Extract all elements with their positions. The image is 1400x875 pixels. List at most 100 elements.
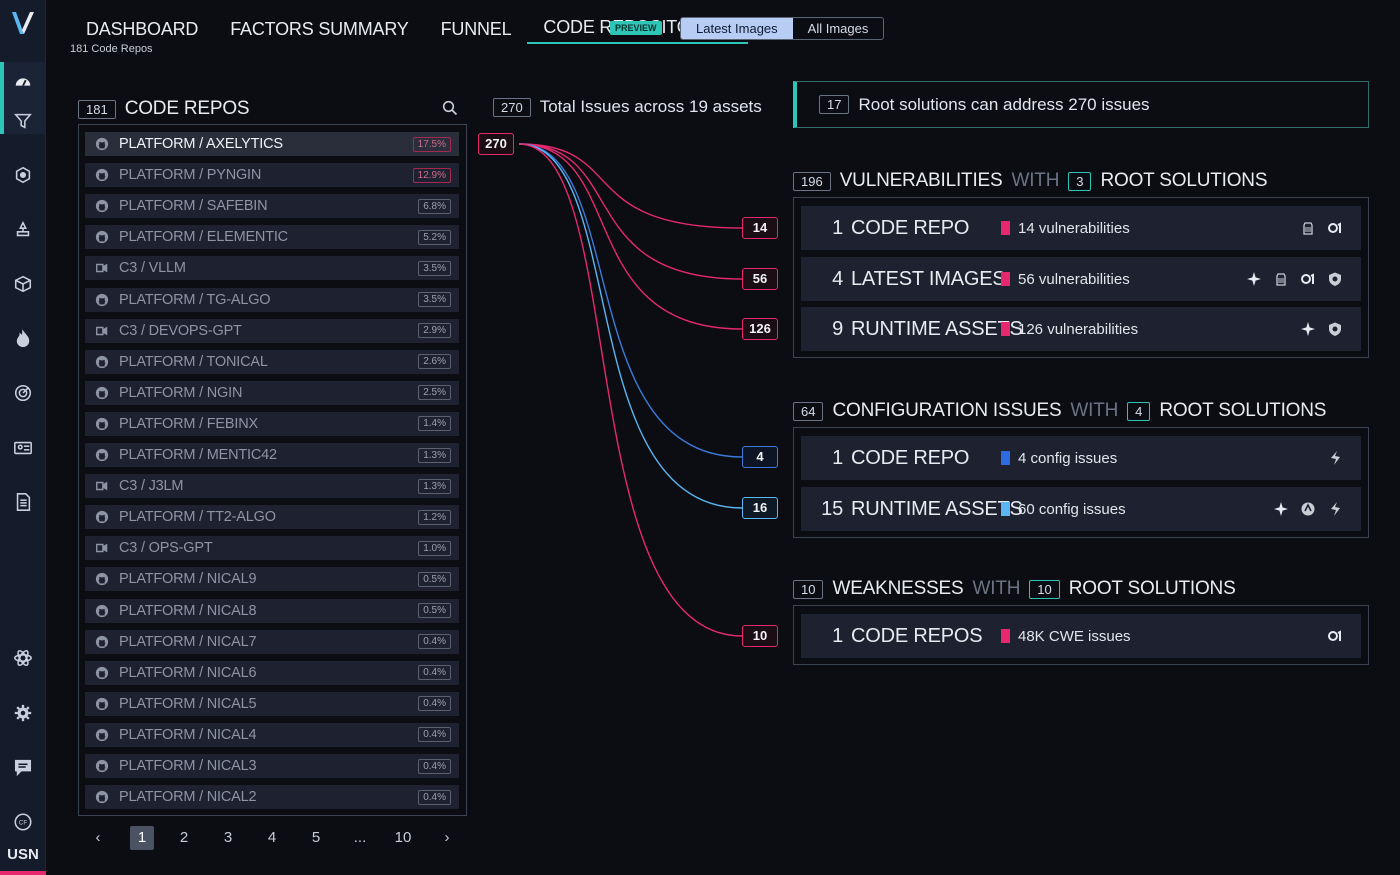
o1-icon[interactable] <box>1300 271 1316 287</box>
toggle-latest-images[interactable]: Latest Images <box>681 18 793 39</box>
github-icon <box>95 230 109 244</box>
repo-percentage: 1.3% <box>418 447 451 463</box>
tab-funnel[interactable]: FUNNEL <box>425 19 528 44</box>
prev-page-button[interactable]: ‹ <box>86 826 110 850</box>
asset-type: RUNTIME ASSETS <box>851 317 1023 340</box>
page-4[interactable]: 4 <box>260 826 284 850</box>
flow-target-pill[interactable]: 10 <box>742 625 778 647</box>
repo-row[interactable]: C3 / OPS-GPT 1.0% <box>85 536 459 561</box>
asset-type: CODE REPOS <box>851 624 983 647</box>
repo-row[interactable]: PLATFORM / NICAL9 0.5% <box>85 567 459 592</box>
repo-row[interactable]: PLATFORM / FEBINX 1.4% <box>85 411 459 436</box>
container-icon[interactable] <box>1273 271 1289 287</box>
asset-type: RUNTIME ASSETS <box>851 497 1023 520</box>
group-header: 64 CONFIGURATION ISSUES WITH 4 ROOT SOLUTION… <box>793 400 1326 422</box>
repo-row[interactable]: C3 / VLLM 3.5% <box>85 256 459 281</box>
sparkle-icon[interactable] <box>1246 271 1262 287</box>
repo-name: PLATFORM / NICAL3 <box>119 758 257 774</box>
repo-row[interactable]: PLATFORM / PYNGIN 12.9% <box>85 163 459 188</box>
repo-row[interactable]: PLATFORM / TT2-ALGO 1.2% <box>85 505 459 530</box>
shield-icon[interactable] <box>1327 321 1343 337</box>
shield-icon[interactable] <box>1327 271 1343 287</box>
group-row[interactable]: 9 RUNTIME ASSETS 126 vulnerabilities <box>801 307 1361 351</box>
group-row[interactable]: 4 LATEST IMAGES 56 vulnerabilities <box>801 257 1361 301</box>
repo-row[interactable]: PLATFORM / NICAL2 0.4% <box>85 785 459 810</box>
gear-icon[interactable] <box>11 701 35 725</box>
helm-icon[interactable] <box>1300 501 1316 517</box>
deploy-icon[interactable] <box>11 218 35 242</box>
kite-icon[interactable] <box>1327 450 1343 466</box>
repo-row[interactable]: C3 / DEVOPS-GPT 2.9% <box>85 318 459 343</box>
issue-description: 126 vulnerabilities <box>1018 320 1139 338</box>
kite-icon[interactable] <box>1327 501 1343 517</box>
asset-count: 1 <box>832 624 843 647</box>
tab-factors-summary[interactable]: FACTORS SUMMARY <box>214 19 424 44</box>
page-5[interactable]: 5 <box>304 826 328 850</box>
repo-row[interactable]: PLATFORM / TONICAL 2.6% <box>85 349 459 374</box>
tab-dashboard[interactable]: DASHBOARD <box>70 19 214 44</box>
repo-row[interactable]: PLATFORM / NICAL6 0.4% <box>85 660 459 685</box>
chat-icon[interactable] <box>11 755 35 779</box>
toggle-all-images[interactable]: All Images <box>793 18 884 39</box>
cf-icon[interactable]: CF <box>11 810 35 834</box>
flow-target-pill[interactable]: 16 <box>742 497 778 519</box>
o1-icon[interactable] <box>1327 220 1343 236</box>
dashboard-icon[interactable] <box>11 70 35 94</box>
document-icon[interactable] <box>11 490 35 514</box>
search-icon[interactable] <box>442 100 458 116</box>
repo-row[interactable]: PLATFORM / MENTIC42 1.3% <box>85 443 459 467</box>
repo-percentage: 1.0% <box>418 540 451 556</box>
repo-row[interactable]: PLATFORM / NICAL7 0.4% <box>85 629 459 654</box>
group-row[interactable]: 15 RUNTIME ASSETS 60 config issues <box>801 487 1361 531</box>
repo-name: C3 / DEVOPS-GPT <box>119 322 242 339</box>
repo-row[interactable]: PLATFORM / AXELYTICS 17.5% <box>85 132 459 156</box>
repo-row[interactable]: PLATFORM / ELEMENTIC 5.2% <box>85 225 459 250</box>
org-label[interactable]: USN <box>0 846 46 863</box>
group-row[interactable]: 1 CODE REPO 14 vulnerabilities <box>801 206 1361 250</box>
radar-icon[interactable] <box>11 381 35 405</box>
cube-network-icon[interactable] <box>11 163 35 187</box>
atom-icon[interactable] <box>11 646 35 670</box>
next-page-button[interactable]: › <box>435 826 459 850</box>
page-3[interactable]: 3 <box>216 826 240 850</box>
filter-icon[interactable] <box>11 109 35 133</box>
repo-row[interactable]: C3 / J3LM 1.3% <box>85 474 459 499</box>
sparkle-icon[interactable] <box>1300 321 1316 337</box>
asset-count: 1 <box>832 216 843 239</box>
page-10[interactable]: 10 <box>391 826 415 850</box>
group-row[interactable]: 1 CODE REPOS 48K CWE issues <box>801 614 1361 658</box>
repo-row[interactable]: PLATFORM / NGIN 2.5% <box>85 380 459 405</box>
page-ellipsis: ... <box>353 829 367 846</box>
github-icon <box>95 510 109 524</box>
page-2[interactable]: 2 <box>172 826 196 850</box>
fire-icon[interactable] <box>11 327 35 351</box>
group-box: 1 CODE REPO 14 vulnerabilities 4 LATEST IMAG… <box>793 197 1369 358</box>
github-icon <box>95 199 109 213</box>
group-row[interactable]: 1 CODE REPO 4 config issues <box>801 436 1361 480</box>
repo-row[interactable]: PLATFORM / NICAL8 0.5% <box>85 598 459 623</box>
repo-row[interactable]: PLATFORM / TG-ALGO 3.5% <box>85 287 459 312</box>
o1-icon[interactable] <box>1327 628 1343 644</box>
flow-target-pill[interactable]: 14 <box>742 217 778 239</box>
flow-source-pill[interactable]: 270 <box>478 133 514 155</box>
page-1[interactable]: 1 <box>130 826 154 850</box>
issue-color-swatch <box>1001 502 1010 516</box>
flow-target-pill[interactable]: 56 <box>742 268 778 290</box>
repo-name: PLATFORM / TONICAL <box>119 353 268 370</box>
gitlab-icon <box>95 261 109 275</box>
id-card-icon[interactable] <box>11 436 35 460</box>
repo-row[interactable]: PLATFORM / NICAL4 0.4% <box>85 722 459 747</box>
flow-target-pill[interactable]: 126 <box>742 318 778 340</box>
container-icon[interactable] <box>1300 220 1316 236</box>
repo-row[interactable]: PLATFORM / SAFEBIN 6.8% <box>85 194 459 219</box>
repo-row[interactable]: PLATFORM / NICAL3 0.4% <box>85 754 459 778</box>
solution-icons <box>1316 450 1343 466</box>
repo-percentage: 0.4% <box>418 696 451 712</box>
flow-target-pill[interactable]: 4 <box>742 446 778 468</box>
logo-icon[interactable] <box>10 8 36 38</box>
repo-name: PLATFORM / NICAL4 <box>119 726 257 743</box>
sparkle-icon[interactable] <box>1273 501 1289 517</box>
repo-row[interactable]: PLATFORM / NICAL5 0.4% <box>85 691 459 716</box>
solution-icons <box>1262 501 1343 517</box>
box-icon[interactable] <box>11 272 35 296</box>
